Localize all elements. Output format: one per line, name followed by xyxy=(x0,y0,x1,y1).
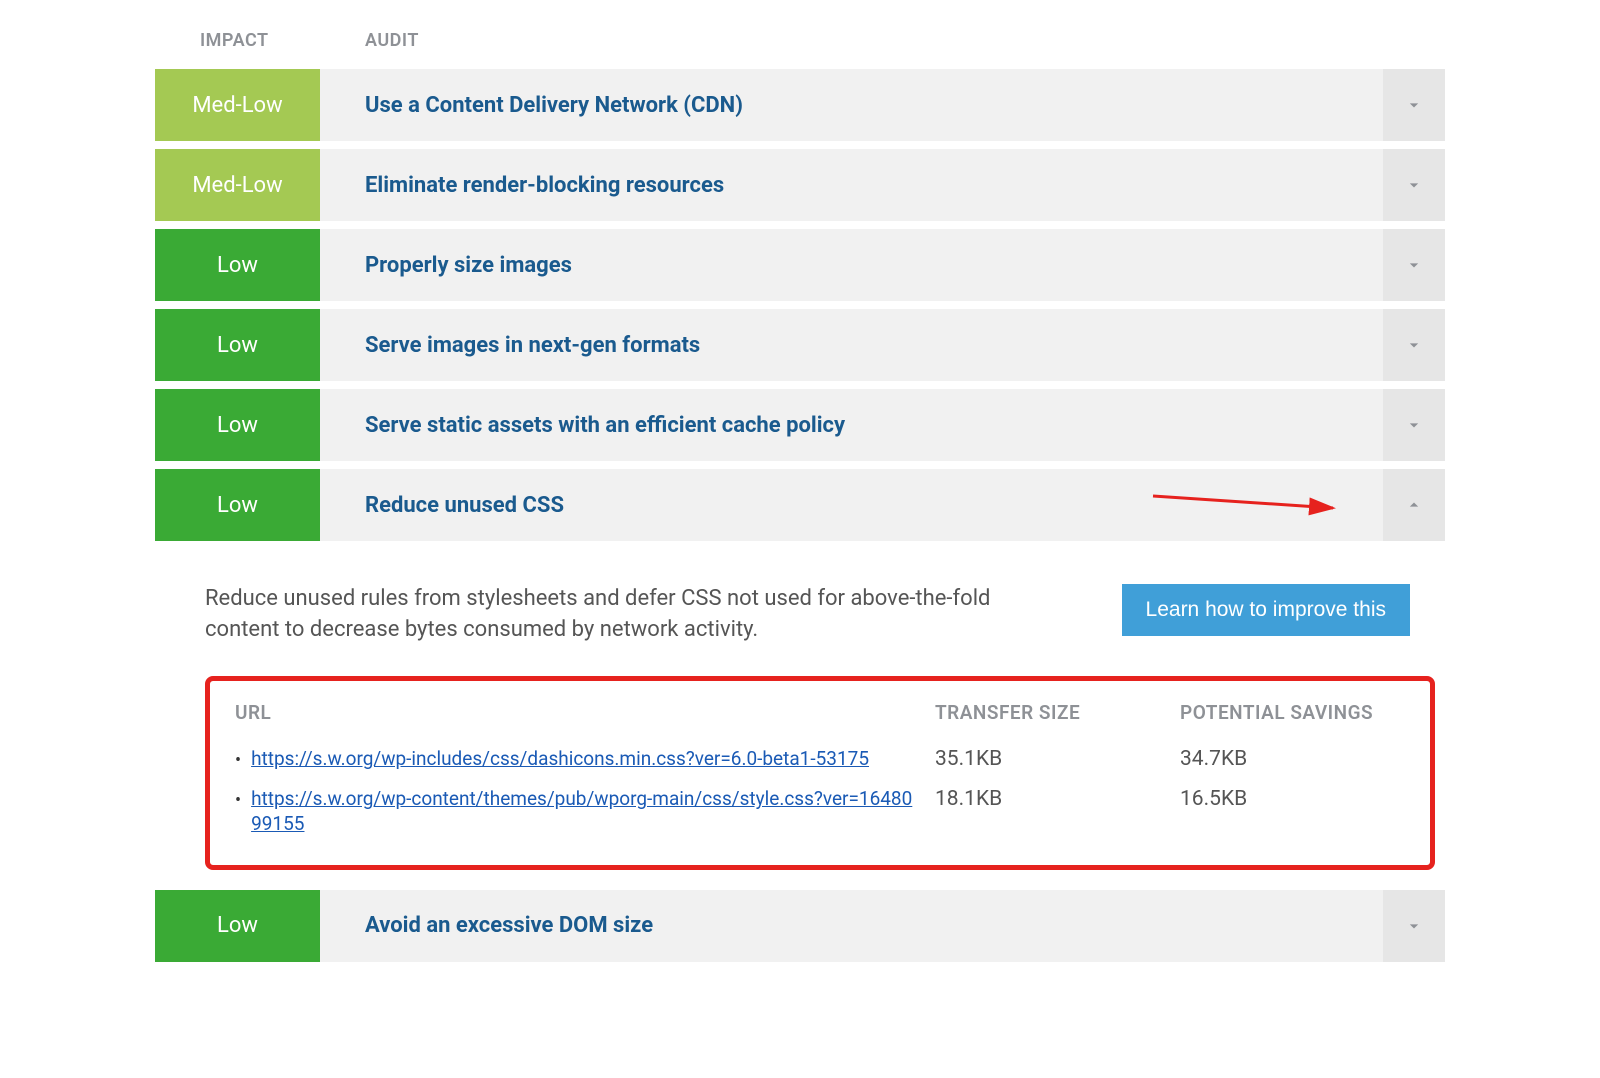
table-row: • https://s.w.org/wp-includes/css/dashic… xyxy=(235,739,1405,780)
audit-title: Serve images in next-gen formats xyxy=(365,333,700,358)
impact-label: Low xyxy=(217,253,258,278)
audit-title: Reduce unused CSS xyxy=(365,493,564,518)
bullet-icon: • xyxy=(235,790,241,811)
impact-badge: Low xyxy=(155,890,320,962)
impact-badge: Med-Low xyxy=(155,69,320,141)
column-header-url: URL xyxy=(235,701,271,724)
potential-savings-value: 34.7KB xyxy=(1180,747,1247,771)
chevron-down-icon xyxy=(1404,175,1424,195)
audit-details-table: URL TRANSFER SIZE POTENTIAL SAVINGS • ht… xyxy=(205,676,1435,870)
expand-button[interactable] xyxy=(1383,69,1445,141)
impact-label: Low xyxy=(217,333,258,358)
audit-content: Avoid an excessive DOM size xyxy=(320,890,1383,962)
impact-label: Low xyxy=(217,413,258,438)
chevron-up-icon xyxy=(1404,495,1424,515)
table-header: IMPACT AUDIT xyxy=(155,20,1445,61)
audit-title: Serve static assets with an efficient ca… xyxy=(365,413,845,438)
impact-badge: Med-Low xyxy=(155,149,320,221)
impact-badge: Low xyxy=(155,389,320,461)
impact-badge: Low xyxy=(155,229,320,301)
audit-content: Use a Content Delivery Network (CDN) xyxy=(320,69,1383,141)
transfer-size-value: 35.1KB xyxy=(935,747,1002,771)
table-row: • https://s.w.org/wp-content/themes/pub/… xyxy=(235,779,1405,844)
resource-url-link[interactable]: https://s.w.org/wp-includes/css/dashicon… xyxy=(251,747,869,772)
column-header-transfer-size: TRANSFER SIZE xyxy=(935,701,1080,724)
audit-row[interactable]: Low Reduce unused CSS xyxy=(155,469,1445,541)
arrow-annotation xyxy=(1148,488,1348,522)
audit-content: Eliminate render-blocking resources xyxy=(320,149,1383,221)
audit-title: Eliminate render-blocking resources xyxy=(365,173,724,198)
audit-description: Reduce unused rules from stylesheets and… xyxy=(205,584,1035,646)
audit-title: Properly size images xyxy=(365,253,572,278)
audit-row[interactable]: Low Serve images in next-gen formats xyxy=(155,309,1445,381)
chevron-down-icon xyxy=(1404,255,1424,275)
audit-row[interactable]: Med-Low Eliminate render-blocking resour… xyxy=(155,149,1445,221)
impact-label: Low xyxy=(217,913,258,938)
audit-content: Serve static assets with an efficient ca… xyxy=(320,389,1383,461)
transfer-size-value: 18.1KB xyxy=(935,787,1002,811)
audit-content: Reduce unused CSS xyxy=(320,469,1383,541)
audit-title: Use a Content Delivery Network (CDN) xyxy=(365,93,743,118)
impact-label: Low xyxy=(217,493,258,518)
audit-content: Serve images in next-gen formats xyxy=(320,309,1383,381)
impact-label: Med-Low xyxy=(192,93,282,118)
chevron-down-icon xyxy=(1404,916,1424,936)
chevron-down-icon xyxy=(1404,415,1424,435)
chevron-down-icon xyxy=(1404,95,1424,115)
chevron-down-icon xyxy=(1404,335,1424,355)
column-header-potential-savings: POTENTIAL SAVINGS xyxy=(1180,701,1373,724)
audit-row[interactable]: Low Properly size images xyxy=(155,229,1445,301)
impact-label: Med-Low xyxy=(192,173,282,198)
expand-button[interactable] xyxy=(1383,890,1445,962)
expanded-audit-panel: Reduce unused rules from stylesheets and… xyxy=(155,549,1445,870)
audit-title: Avoid an excessive DOM size xyxy=(365,913,653,938)
expand-button[interactable] xyxy=(1383,309,1445,381)
resource-url-link[interactable]: https://s.w.org/wp-content/themes/pub/wp… xyxy=(251,787,915,836)
header-impact: IMPACT xyxy=(200,30,269,51)
impact-badge: Low xyxy=(155,469,320,541)
expand-button[interactable] xyxy=(1383,229,1445,301)
header-audit: AUDIT xyxy=(365,30,419,51)
audit-row[interactable]: Med-Low Use a Content Delivery Network (… xyxy=(155,69,1445,141)
potential-savings-value: 16.5KB xyxy=(1180,787,1247,811)
learn-how-button[interactable]: Learn how to improve this xyxy=(1122,584,1410,636)
expand-button[interactable] xyxy=(1383,149,1445,221)
audit-row[interactable]: Low Serve static assets with an efficien… xyxy=(155,389,1445,461)
bullet-icon: • xyxy=(235,750,241,771)
audit-content: Properly size images xyxy=(320,229,1383,301)
expand-button[interactable] xyxy=(1383,389,1445,461)
impact-badge: Low xyxy=(155,309,320,381)
collapse-button[interactable] xyxy=(1383,469,1445,541)
audit-table: IMPACT AUDIT Med-Low Use a Content Deliv… xyxy=(155,20,1445,962)
audit-row[interactable]: Low Avoid an excessive DOM size xyxy=(155,890,1445,962)
